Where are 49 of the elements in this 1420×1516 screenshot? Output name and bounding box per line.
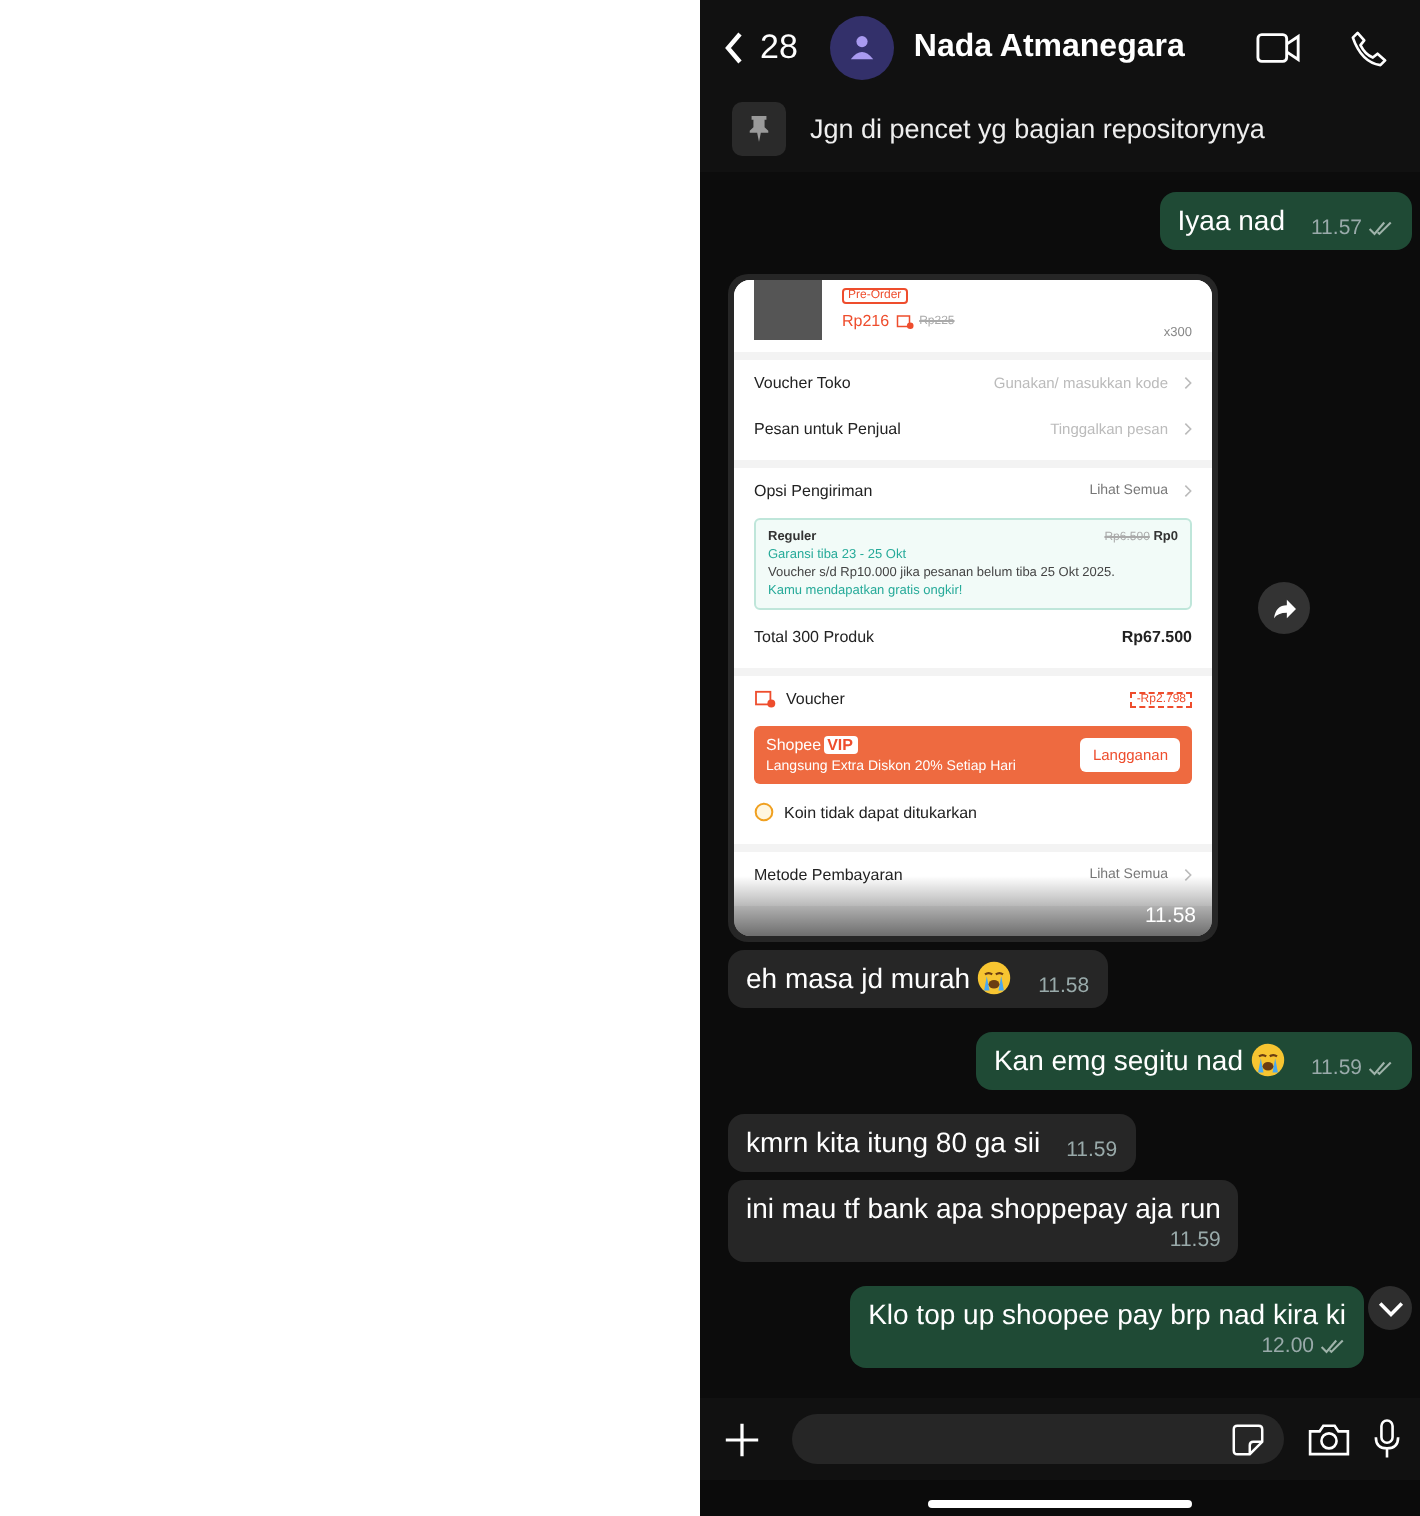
message-time: 11.59: [1169, 1228, 1221, 1252]
payment-label: Metode Pembayaran: [754, 866, 903, 884]
message-input-field[interactable]: [792, 1414, 1284, 1464]
chevron-left-icon: [724, 32, 744, 64]
row-label: Pesan untuk Penjual: [754, 420, 901, 438]
avatar[interactable]: [829, 16, 894, 80]
voucher-icon: [895, 313, 914, 329]
coins-text: Koin tidak dapat ditukarkan: [784, 803, 978, 821]
chevron-right-icon: [1184, 422, 1192, 436]
message-text: Klo top up shoopee pay brp nad kira ki: [868, 1296, 1346, 1334]
plus-icon[interactable]: [724, 1421, 760, 1457]
message-time: 11.59: [1311, 1056, 1362, 1080]
pinned-message-text: Jgn di pencet yg bagian repositorynya: [810, 114, 1265, 144]
product-photo-placeholder: [754, 280, 822, 340]
shipping-label: Opsi Pengiriman: [754, 482, 873, 500]
message-text: Kan emg segitu nad: [993, 1042, 1243, 1080]
message-time: 12.00: [1261, 1334, 1314, 1358]
message-text: Iyaa nad: [1177, 202, 1285, 240]
voucher-label: Voucher: [786, 690, 845, 708]
pin-icon: [732, 102, 786, 156]
total-label: Total 300 Produk: [754, 628, 875, 646]
product-price: Rp216: [842, 312, 890, 330]
contact-name[interactable]: Nada Atmanegara: [913, 30, 1208, 66]
message-time: 11.57: [1311, 216, 1362, 240]
brand-name: Shopee: [766, 736, 822, 754]
camera-icon[interactable]: [1308, 1422, 1350, 1456]
forward-arrow-icon: [1271, 597, 1297, 619]
row-label: Voucher Toko: [754, 374, 851, 392]
video-call-icon[interactable]: [1256, 32, 1302, 64]
back-button[interactable]: 28: [724, 28, 798, 68]
chevron-right-icon: [1184, 868, 1192, 882]
coin-icon: [754, 802, 774, 822]
forward-button[interactable]: [1258, 582, 1310, 634]
message-text: eh masa jd murah: [746, 960, 971, 998]
message-time: 11.59: [1066, 1138, 1118, 1162]
message-text: kmrn kita itung 80 ga sii: [746, 1124, 1041, 1162]
message-time: 11.58: [1038, 974, 1090, 998]
chevron-down-icon: [1377, 1299, 1403, 1317]
vip-tag: VIP: [823, 736, 857, 754]
chevron-right-icon: [1184, 484, 1192, 498]
total-value: Rp67.500: [1121, 628, 1192, 646]
chevron-right-icon: [1184, 376, 1192, 390]
phone-call-icon[interactable]: [1350, 29, 1388, 67]
message-text: ini mau tf bank apa shoppepay aja run: [746, 1190, 1221, 1228]
message-time: 11.58: [1145, 904, 1196, 928]
voucher-icon: [754, 690, 776, 708]
scroll-down-button[interactable]: [1368, 1286, 1412, 1330]
sticker-icon[interactable]: [1232, 1423, 1264, 1455]
microphone-icon[interactable]: [1374, 1418, 1400, 1460]
